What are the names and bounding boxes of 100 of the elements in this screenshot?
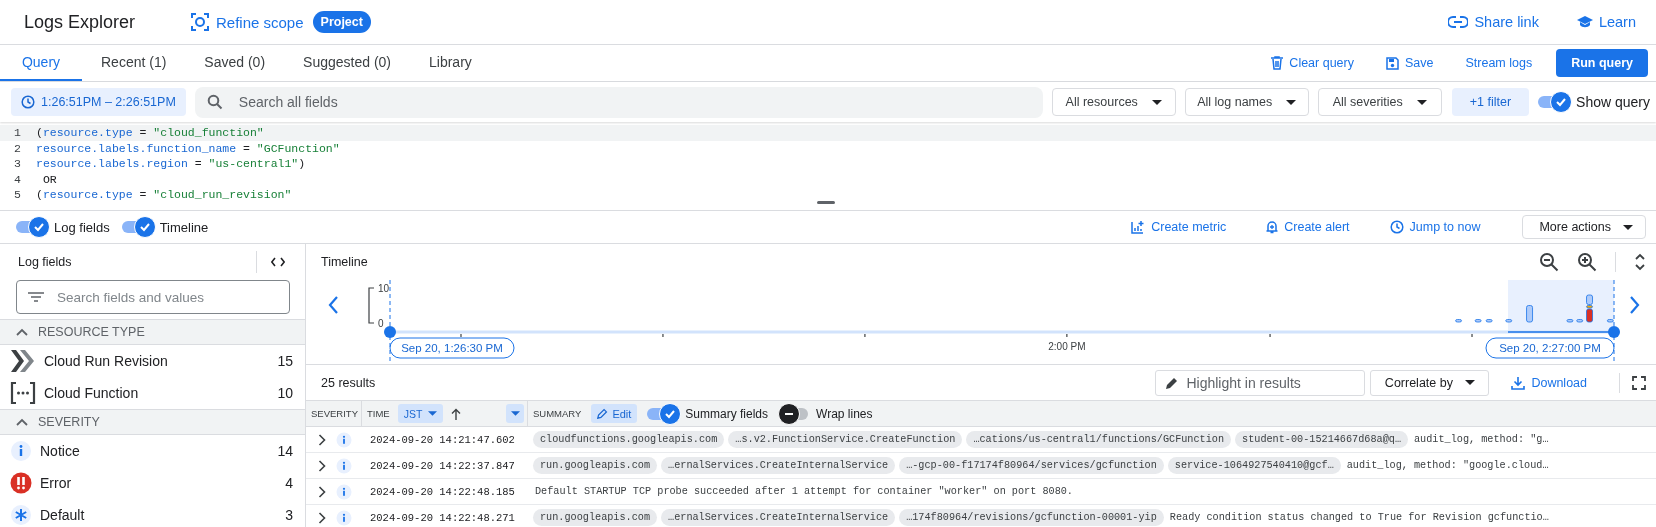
- field-value[interactable]: Default: [40, 507, 278, 523]
- section-header[interactable]: SEVERITY: [0, 409, 305, 435]
- header-link[interactable]: Learn: [1576, 14, 1636, 30]
- summary-chip[interactable]: run.googleapis.com: [533, 457, 658, 474]
- resize-handle[interactable]: [817, 201, 835, 204]
- tab[interactable]: Library: [410, 45, 491, 81]
- download-icon: [1511, 375, 1526, 390]
- timestamp: 2024-09-20 14:22:37.847: [369, 459, 516, 472]
- asterisk-icon: [10, 504, 32, 526]
- panel-title: Log fields: [18, 255, 73, 269]
- column-menu-button[interactable]: [506, 404, 524, 423]
- zoom-out-icon[interactable]: [1539, 252, 1559, 272]
- summary-chip[interactable]: student-00-15214667d68a@q…: [1235, 431, 1408, 448]
- range-handle[interactable]: [1608, 326, 1620, 338]
- action-link[interactable]: Clear query: [1255, 56, 1370, 70]
- line-number: 5: [13, 188, 22, 202]
- tab[interactable]: Saved (0): [185, 45, 285, 81]
- correlate-dropdown[interactable]: Correlate by: [1370, 369, 1490, 396]
- search-field[interactable]: Search all fields: [194, 86, 1043, 118]
- summary-chip[interactable]: …174f80964/revisions/gcfunction-00001-yip: [899, 509, 1164, 526]
- expand-row-icon[interactable]: [318, 459, 326, 472]
- expand-icon[interactable]: [1634, 253, 1646, 271]
- action-link[interactable]: Save: [1370, 56, 1450, 70]
- page-title: Logs Explorer: [24, 11, 137, 33]
- log-message: Ready condition status changed to True for Revision gcfunctio…: [1169, 512, 1549, 523]
- field-value[interactable]: Cloud Function: [44, 385, 270, 401]
- search-field[interactable]: Search fields and values: [16, 280, 290, 314]
- download-link[interactable]: Download: [1489, 375, 1607, 390]
- summary-chip[interactable]: …cations/us-central1/functions/GCFunction: [966, 431, 1232, 448]
- expand-row-icon[interactable]: [318, 433, 326, 446]
- filter-icon: [28, 292, 44, 302]
- line-number: 3: [13, 157, 22, 171]
- sort-arrow-icon[interactable]: [451, 407, 462, 420]
- selection-highlight[interactable]: [1508, 280, 1614, 332]
- run-query-button[interactable]: Run query: [1556, 49, 1648, 77]
- timestamp: 2024-09-20 14:22:48.271: [369, 511, 516, 524]
- field-value[interactable]: Error: [40, 475, 278, 491]
- line-number: 1: [13, 126, 22, 140]
- field-value[interactable]: Notice: [40, 443, 270, 459]
- summary-chip[interactable]: …-gcp-00-f17174f80964/services/gcfunction: [899, 457, 1164, 474]
- scope-icon: [190, 12, 210, 32]
- tab[interactable]: Suggested (0): [284, 45, 410, 81]
- field-value[interactable]: Cloud Run Revision: [44, 353, 270, 369]
- section-header[interactable]: RESOURCE TYPE: [0, 319, 305, 345]
- summary-chip[interactable]: run.googleapis.com: [533, 509, 658, 526]
- more-actions-button[interactable]: More actions: [1522, 215, 1646, 239]
- tab[interactable]: Recent (1): [82, 45, 186, 81]
- log-message: audit_log, method: "g…: [1414, 434, 1549, 445]
- filter-dropdown[interactable]: All resources: [1051, 88, 1176, 116]
- filter-dropdown[interactable]: All severities: [1317, 88, 1442, 116]
- result-count: 25 results: [321, 375, 376, 390]
- toggle-switch[interactable]: [121, 216, 156, 238]
- graduation-cap-icon: [1576, 15, 1593, 29]
- caret-icon: [1151, 99, 1162, 105]
- header-link[interactable]: Share link: [1448, 14, 1539, 30]
- refine-scope-button[interactable]: Refine scope: [190, 12, 304, 32]
- range-start-label: Sep 20, 1:26:30 PM: [389, 337, 515, 359]
- summary-chip[interactable]: …s.v2.FunctionService.CreateFunction: [728, 431, 963, 448]
- chevrons-icon: [10, 349, 36, 373]
- column-header: TIME: [367, 408, 390, 419]
- link-icon: [1448, 16, 1469, 28]
- code-line: (resource.type = "cloud_run_revision": [35, 188, 292, 202]
- highlight-field[interactable]: Highlight in results: [1155, 369, 1366, 396]
- fullscreen-icon[interactable]: [1632, 375, 1646, 390]
- log-message: audit_log, method: "google.cloud…: [1346, 460, 1549, 471]
- action-link[interactable]: Jump to now: [1375, 220, 1495, 234]
- filter-button[interactable]: +1 filter: [1451, 88, 1530, 116]
- pencil-icon: [1165, 375, 1180, 390]
- axis-label: 0: [378, 318, 384, 329]
- expand-row-icon[interactable]: [318, 511, 326, 524]
- summary-chip[interactable]: service-1064927540410@gcf…: [1167, 457, 1341, 474]
- toggle-switch[interactable]: [16, 216, 50, 238]
- code-icon[interactable]: [271, 257, 285, 267]
- y-axis: [368, 287, 375, 324]
- time-range-button[interactable]: 1:26:51PM – 2:26:51PM: [11, 88, 186, 116]
- expand-row-icon[interactable]: [318, 485, 326, 498]
- toggle-switch[interactable]: [1538, 91, 1573, 113]
- line-number: 4: [13, 172, 22, 186]
- timeline-title: Timeline: [321, 255, 368, 269]
- tab[interactable]: Query: [0, 45, 82, 81]
- count: 10: [277, 385, 293, 401]
- code-line: (resource.type = "cloud_function": [35, 126, 264, 140]
- scope-badge: Project: [312, 11, 371, 33]
- action-link[interactable]: Stream logs: [1449, 56, 1549, 70]
- timestamp: 2024-09-20 14:22:48.185: [369, 485, 516, 498]
- summary-chip[interactable]: …ernalServices.CreateInternalService: [661, 509, 896, 526]
- filter-dropdown[interactable]: All log names: [1184, 88, 1309, 116]
- query-editor[interactable]: 1 (resource.type = "cloud_function" 2 resource.labels.function_name = "GCFunction" 3 resource.labels.region = "us-central1") 4 OR 5 (resource.type = "cloud_run_revision": [0, 122, 1656, 211]
- check-icon: [1555, 96, 1568, 108]
- clock-icon: [21, 95, 35, 109]
- action-link[interactable]: Create alert: [1252, 220, 1364, 234]
- toggle-switch[interactable]: [647, 402, 682, 425]
- summary-chip[interactable]: cloudfunctions.googleapis.com: [533, 431, 725, 448]
- edit-button[interactable]: Edit: [591, 404, 638, 423]
- pencil-icon: [597, 408, 609, 419]
- range-handle[interactable]: [384, 326, 396, 338]
- timezone-dropdown[interactable]: JST: [397, 404, 444, 423]
- zoom-in-icon[interactable]: [1577, 252, 1597, 272]
- summary-chip[interactable]: …ernalServices.CreateInternalService: [661, 457, 896, 474]
- action-link[interactable]: Create metric: [1117, 220, 1241, 234]
